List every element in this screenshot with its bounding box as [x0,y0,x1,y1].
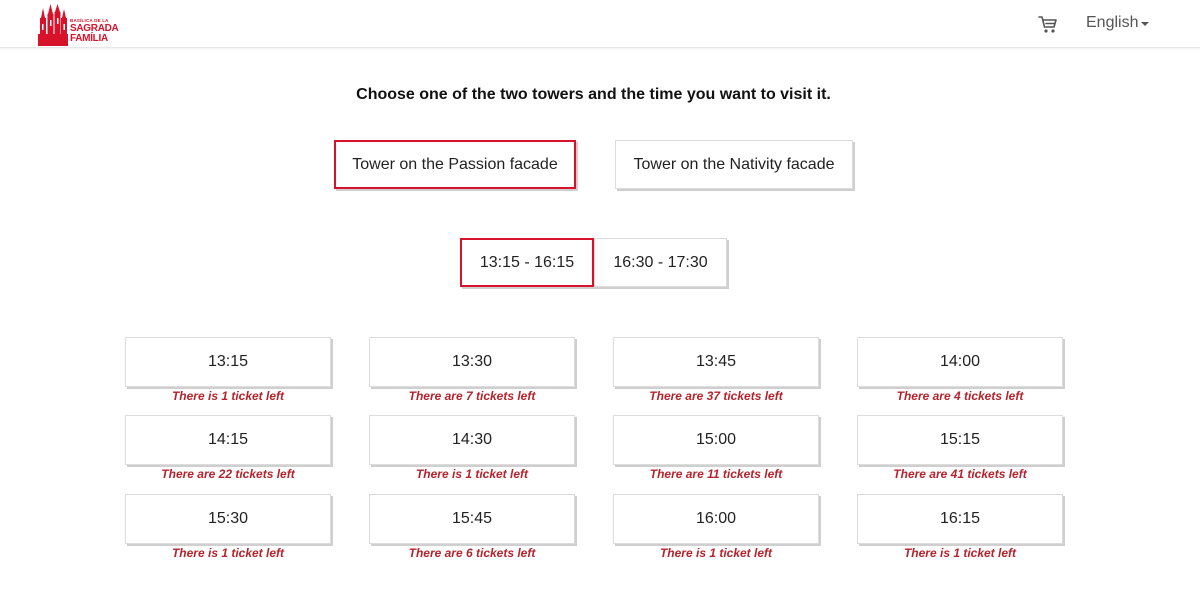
time-slot-button[interactable]: 13:45 [613,337,819,387]
logo-line-3: FAMÍLIA [70,33,108,44]
time-slot-label: 15:45 [451,510,493,527]
tower-nativity-button[interactable]: Tower on the Nativity facade [615,140,853,189]
time-slot: 15:00 There are 11 tickets left [613,415,819,481]
tickets-left-note: There are 37 tickets left [649,389,783,403]
time-slot: 14:15 There are 22 tickets left [125,415,331,481]
time-slot-label: 15:00 [695,431,737,448]
time-slot: 15:45 There are 6 tickets left [369,494,575,560]
site-header: BASÍLICA DE LA SAGRADA FAMÍLIA English [0,0,1200,48]
tickets-left-note: There are 7 tickets left [408,389,536,403]
language-label: English [1086,14,1139,31]
time-slot-button[interactable]: 15:15 [857,415,1063,465]
tickets-left-note: There are 4 tickets left [896,389,1024,403]
time-slot: 16:15 There is 1 ticket left [857,494,1063,560]
tickets-left-note: There are 6 tickets left [408,546,536,560]
time-slot-label: 15:15 [939,431,981,448]
time-slot: 15:30 There is 1 ticket left [125,494,331,560]
time-slot-label: 16:15 [939,510,981,527]
time-slot: 13:15 There is 1 ticket left [125,337,331,403]
time-slot: 14:00 There are 4 tickets left [857,337,1063,403]
time-slot-label: 15:30 [207,510,249,527]
language-selector[interactable]: English [1086,14,1150,32]
time-slot-button[interactable]: 15:45 [369,494,575,544]
tickets-left-note: There is 1 ticket left [415,467,529,481]
instruction-heading: Choose one of the two towers and the tim… [356,86,831,103]
tickets-left-note: There are 11 tickets left [649,467,783,481]
time-slot-label: 13:30 [451,353,493,370]
time-slot: 15:15 There are 41 tickets left [857,415,1063,481]
time-range-button[interactable]: 16:30 - 17:30 [594,238,727,287]
time-slot-button[interactable]: 15:00 [613,415,819,465]
time-range-label: 16:30 - 17:30 [613,253,708,271]
time-slot-label: 16:00 [695,510,737,527]
tower-passion-label: Tower on the Passion facade [352,155,558,173]
time-slot-button[interactable]: 13:15 [125,337,331,387]
tower-passion-button[interactable]: Tower on the Passion facade [334,140,576,189]
sagrada-familia-logo[interactable]: BASÍLICA DE LA SAGRADA FAMÍLIA [38,2,124,46]
time-slot-button[interactable]: 13:30 [369,337,575,387]
time-slot: 13:45 There are 37 tickets left [613,337,819,403]
tickets-left-note: There is 1 ticket left [903,546,1017,560]
time-slot-button[interactable]: 16:00 [613,494,819,544]
basilica-towers-icon [38,4,68,46]
logo-wordmark: BASÍLICA DE LA SAGRADA FAMÍLIA [70,18,119,45]
time-slot-label: 13:15 [207,353,249,370]
tickets-left-note: There is 1 ticket left [171,389,285,403]
time-slot-label: 13:45 [695,353,737,370]
time-slot: 16:00 There is 1 ticket left [613,494,819,560]
caret-down-icon [1141,22,1150,26]
time-slot-button[interactable]: 14:15 [125,415,331,465]
tower-nativity-label: Tower on the Nativity facade [633,155,835,173]
time-slot-button[interactable]: 14:30 [369,415,575,465]
tickets-left-note: There are 41 tickets left [893,467,1027,481]
shopping-cart-icon[interactable] [1037,13,1059,35]
tickets-left-note: There is 1 ticket left [171,546,285,560]
time-range-button[interactable]: 13:15 - 16:15 [460,238,594,287]
time-slot-button[interactable]: 16:15 [857,494,1063,544]
time-range-label: 13:15 - 16:15 [479,253,575,271]
time-slot-label: 14:15 [207,431,249,448]
tickets-left-note: There is 1 ticket left [659,546,773,560]
time-slot-label: 14:00 [939,353,981,370]
time-slot: 13:30 There are 7 tickets left [369,337,575,403]
time-slot: 14:30 There is 1 ticket left [369,415,575,481]
time-slot-label: 14:30 [451,431,493,448]
tickets-left-note: There are 22 tickets left [161,467,295,481]
time-slot-button[interactable]: 15:30 [125,494,331,544]
time-slot-button[interactable]: 14:00 [857,337,1063,387]
